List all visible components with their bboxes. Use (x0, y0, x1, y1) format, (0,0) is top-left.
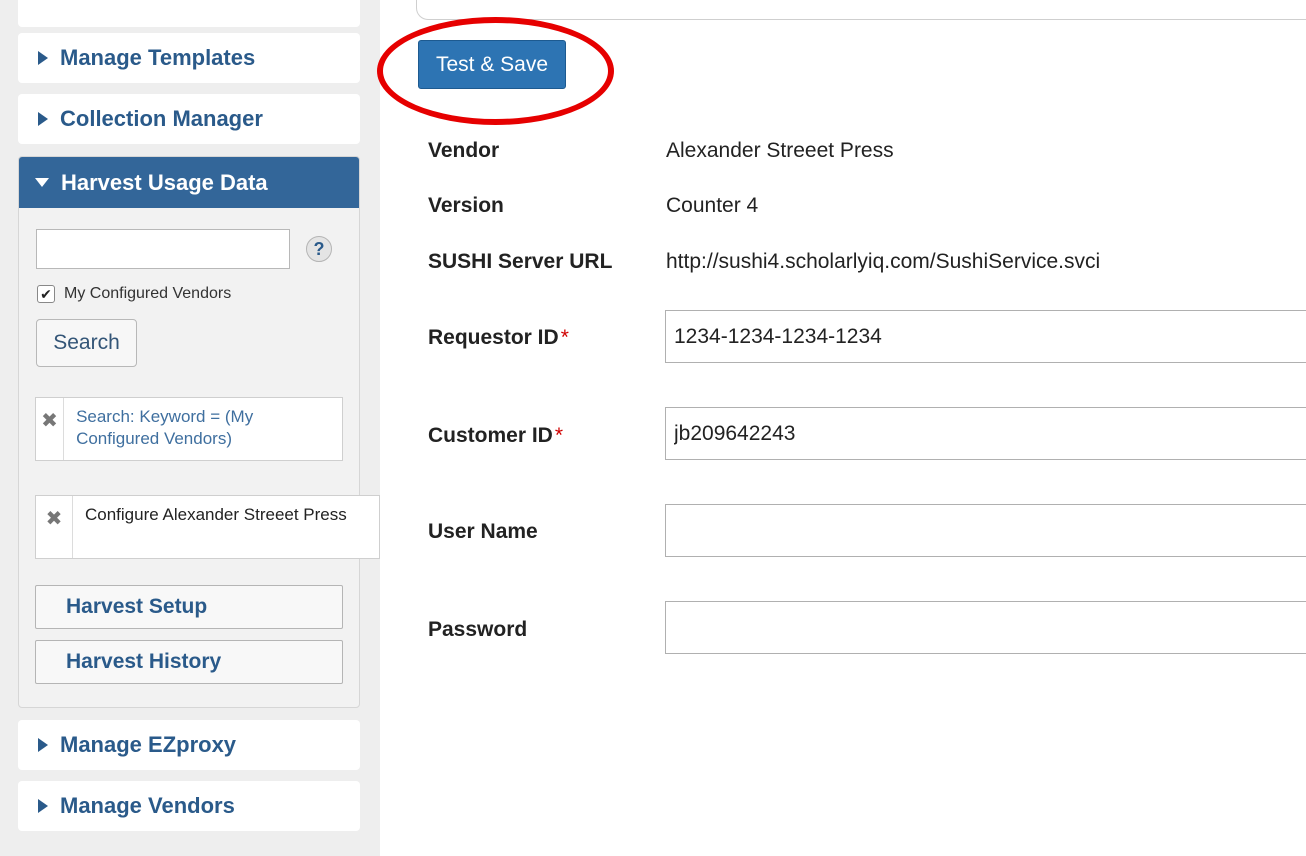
vendor-label: Vendor (428, 139, 500, 162)
customer-id-input[interactable] (665, 407, 1306, 460)
panel-manage-templates[interactable]: Manage Templates (18, 33, 360, 83)
caret-right-icon (38, 799, 48, 813)
panel-label: Manage Templates (60, 45, 256, 70)
remove-filter-icon[interactable]: ✖ (36, 496, 73, 558)
harvest-setup-button[interactable]: Harvest Setup (35, 585, 343, 629)
caret-right-icon (38, 112, 48, 126)
keyword-input[interactable] (36, 229, 290, 269)
panel-harvest-usage-data: Harvest Usage Data ? ✔ My Configured Ven… (18, 156, 380, 708)
remove-filter-icon[interactable]: ✖ (36, 398, 65, 460)
panel-manage-ezproxy[interactable]: Manage EZproxy (18, 720, 360, 770)
sidebar-panel-stub (18, 0, 360, 27)
panel-label: Harvest Usage Data (61, 169, 268, 195)
panel-collection-manager[interactable]: Collection Manager (18, 94, 360, 144)
required-marker: * (554, 424, 564, 447)
password-label: Password (428, 618, 528, 641)
version-label: Version (428, 194, 504, 217)
checkbox-checked-icon[interactable]: ✔ (37, 285, 55, 303)
panel-manage-vendors[interactable]: Manage Vendors (18, 781, 360, 831)
user-name-label: User Name (428, 520, 538, 543)
customer-id-label: Customer ID* (428, 424, 563, 448)
panel-harvest-header[interactable]: Harvest Usage Data (19, 157, 359, 208)
harvest-history-button[interactable]: Harvest History (35, 640, 343, 684)
label-text: Requestor ID (428, 326, 559, 349)
user-name-input[interactable] (665, 504, 1306, 557)
panel-label: Collection Manager (60, 106, 263, 131)
sushi-url-label: SUSHI Server URL (428, 250, 613, 273)
help-icon[interactable]: ? (306, 236, 332, 262)
checkbox-label: My Configured Vendors (64, 285, 232, 302)
panel-label: Manage EZproxy (60, 732, 237, 757)
caret-down-icon (35, 178, 49, 187)
password-input[interactable] (665, 601, 1306, 654)
requestor-id-input[interactable] (665, 310, 1306, 363)
top-field-edge (416, 0, 1306, 20)
filter-chip-keyword: ✖ Search: Keyword = (My Configured Vendo… (35, 397, 343, 461)
sushi-url-value: http://sushi4.scholarlyiq.com/SushiServi… (666, 250, 1101, 273)
search-button[interactable]: Search (36, 319, 137, 367)
vendor-value: Alexander Streeet Press (666, 139, 894, 162)
panel-label: Manage Vendors (60, 793, 235, 818)
label-text: Customer ID (428, 424, 553, 447)
requestor-id-label: Requestor ID* (428, 326, 569, 350)
caret-right-icon (38, 51, 48, 65)
sidebar: Manage Templates Collection Manager Harv… (0, 0, 380, 856)
my-vendors-checkbox-row[interactable]: ✔ My Configured Vendors (37, 285, 231, 303)
version-value: Counter 4 (666, 194, 759, 217)
required-marker: * (560, 326, 569, 349)
annotation-circle (377, 17, 614, 125)
filter-text[interactable]: Search: Keyword = (My Configured Vendors… (64, 398, 342, 460)
caret-right-icon (38, 738, 48, 752)
filter-chip-configure: ✖ Configure Alexander Streeet Press (35, 495, 380, 559)
filter-text: Configure Alexander Streeet Press (85, 505, 347, 524)
